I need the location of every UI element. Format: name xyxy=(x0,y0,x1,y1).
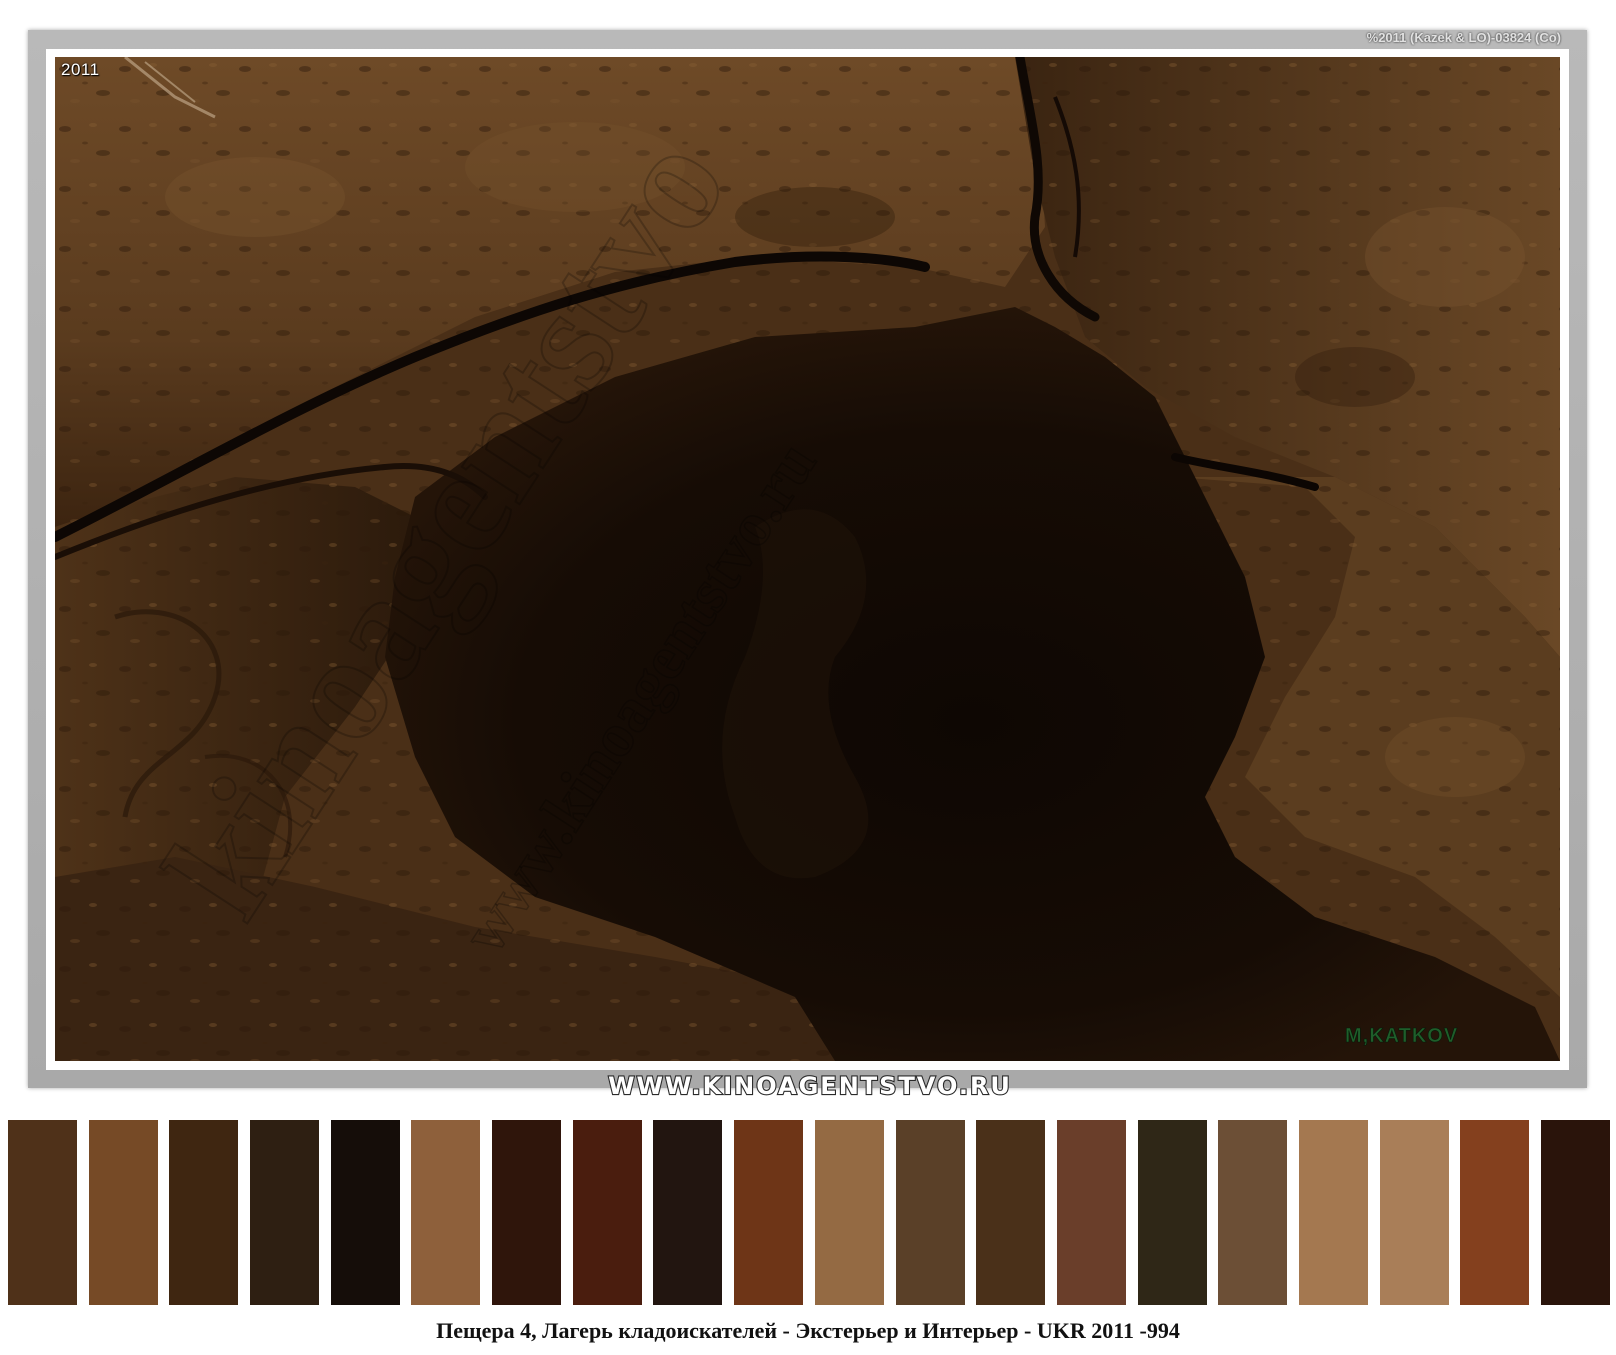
color-swatch xyxy=(411,1120,481,1305)
color-swatch xyxy=(1218,1120,1288,1305)
color-swatch xyxy=(169,1120,239,1305)
color-swatch xyxy=(814,1120,884,1305)
color-swatch xyxy=(895,1120,965,1305)
color-swatch xyxy=(492,1120,562,1305)
color-swatch xyxy=(572,1120,642,1305)
color-swatch xyxy=(653,1120,723,1305)
color-swatch xyxy=(1056,1120,1126,1305)
color-palette xyxy=(8,1120,1610,1305)
site-banner: WWW.KINOAGENTSTVO.RU xyxy=(607,1071,1012,1101)
color-swatch xyxy=(976,1120,1046,1305)
cave-photo: kinoagentstvo www.kinoagentstvo.ru M,KAT… xyxy=(55,57,1560,1061)
color-swatch xyxy=(1460,1120,1530,1305)
color-swatch xyxy=(330,1120,400,1305)
color-swatch xyxy=(1379,1120,1449,1305)
color-swatch xyxy=(1298,1120,1368,1305)
photo-frame: kinoagentstvo www.kinoagentstvo.ru M,KAT… xyxy=(28,30,1587,1088)
color-swatch xyxy=(1137,1120,1207,1305)
color-swatch xyxy=(1541,1120,1610,1305)
year-stamp: 2011 xyxy=(61,60,100,79)
image-caption: Пещера 4, Лагерь кладоискателей - Экстер… xyxy=(436,1318,1180,1343)
site-banner-text: WWW.KINOAGENTSTVO.RU xyxy=(608,1072,1012,1100)
cave-photo-illustration: kinoagentstvo www.kinoagentstvo.ru M,KAT… xyxy=(55,57,1560,1061)
color-swatch xyxy=(250,1120,320,1305)
color-swatch xyxy=(734,1120,804,1305)
color-swatch xyxy=(88,1120,158,1305)
color-swatch xyxy=(8,1120,77,1305)
photographer-signature: M,KATKOV xyxy=(1345,1025,1458,1047)
copyright-stamp: %2011 (Kazek & LO)-03824 (Co) xyxy=(1366,30,1561,45)
